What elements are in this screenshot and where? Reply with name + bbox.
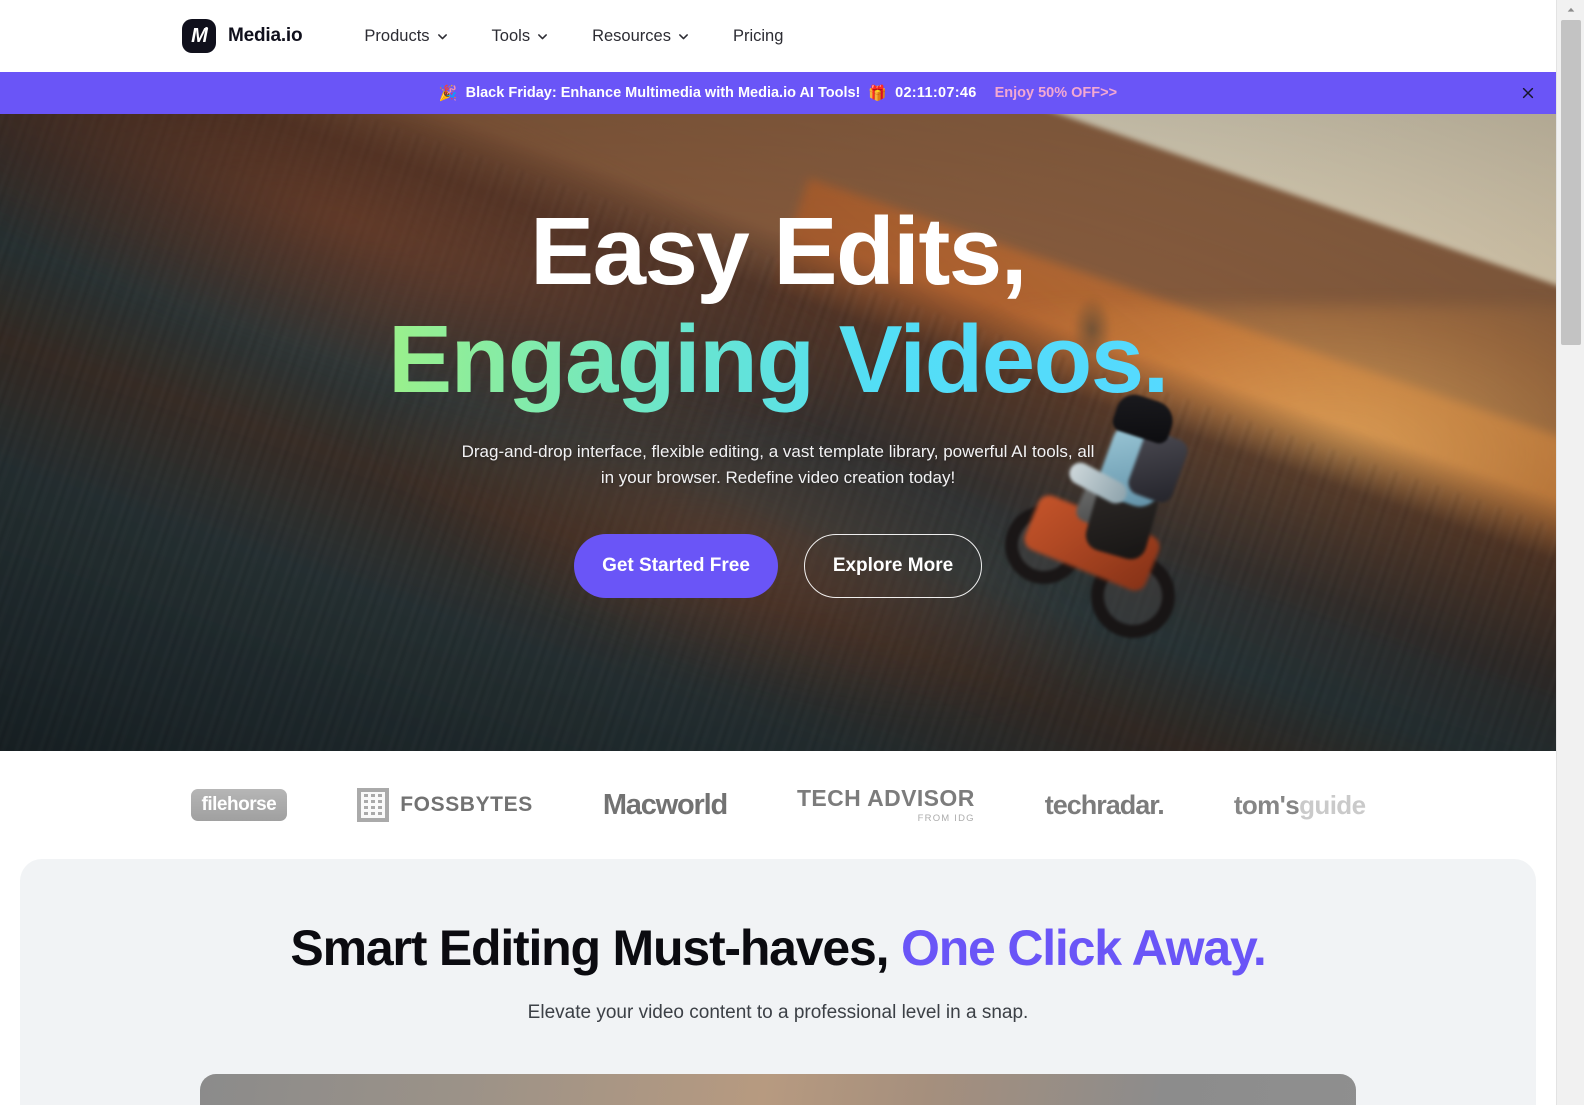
- features-section: Smart Editing Must-haves, One Click Away…: [20, 859, 1536, 1105]
- fossbytes-mark-icon: [357, 788, 390, 822]
- hero-content: Easy Edits, Engaging Videos. Drag-and-dr…: [0, 114, 1556, 599]
- promo-banner-content: 🎉 Black Friday: Enhance Multimedia with …: [439, 85, 1117, 101]
- nav-item-pricing[interactable]: Pricing: [711, 21, 805, 52]
- nav-item-products[interactable]: Products: [342, 21, 469, 52]
- press-logo-tech-advisor: TECH ADVISOR FROM IDG: [796, 784, 975, 824]
- scroll-up-arrow-icon[interactable]: [1557, 0, 1584, 20]
- press-logo-toms-guide: tom's guide: [1234, 790, 1366, 821]
- hero-headline-line-2: Engaging Videos.: [388, 305, 1169, 413]
- gift-icon: 🎁: [868, 84, 888, 102]
- brand-logo-link[interactable]: M Media.io: [182, 19, 303, 53]
- chevron-down-icon: [537, 31, 548, 42]
- toms-guide-logo-text-b: guide: [1299, 789, 1366, 820]
- press-logo-filehorse: filehorse: [190, 789, 288, 821]
- primary-nav: Products Tools Resources Pricing: [342, 21, 805, 52]
- logo-dot: [205, 27, 208, 30]
- page-scrollbar[interactable]: [1556, 0, 1584, 1105]
- scrollbar-thumb[interactable]: [1561, 20, 1581, 345]
- press-logo-strip: filehorse FOSSBYTES Macworld TECH ADVISO…: [0, 751, 1556, 859]
- chevron-down-icon: [437, 31, 448, 42]
- scrollbar-track[interactable]: [1557, 20, 1584, 1105]
- brand-name: Media.io: [228, 25, 303, 46]
- media-io-logo-icon: M: [182, 19, 216, 53]
- explore-more-button[interactable]: Explore More: [804, 534, 982, 599]
- promo-banner: 🎉 Black Friday: Enhance Multimedia with …: [0, 72, 1556, 114]
- hero-section: Easy Edits, Engaging Videos. Drag-and-dr…: [0, 114, 1556, 751]
- party-popper-icon: 🎉: [438, 84, 458, 102]
- features-heading-plain: Smart Editing Must-haves,: [290, 920, 901, 976]
- promo-countdown-timer: 02:11:07:46: [895, 85, 977, 101]
- features-heading: Smart Editing Must-haves, One Click Away…: [20, 921, 1536, 976]
- fossbytes-logo-text: FOSSBYTES: [400, 793, 533, 816]
- tech-advisor-logo-text: TECH ADVISOR: [796, 784, 975, 811]
- nav-item-label: Tools: [491, 26, 531, 45]
- features-preview-card: [200, 1074, 1356, 1105]
- press-logo-techradar: techradar.: [1044, 789, 1165, 821]
- tech-advisor-logo-subtext: FROM IDG: [917, 812, 975, 824]
- top-navigation-bar: M Media.io Products Tools Resources Pric…: [0, 0, 1556, 72]
- filehorse-logo-text: filehorse: [190, 789, 288, 821]
- nav-item-label: Products: [364, 26, 430, 45]
- nav-item-resources[interactable]: Resources: [570, 21, 711, 52]
- hero-headline-line-1: Easy Edits,: [530, 198, 1027, 305]
- features-heading-accent: One Click Away.: [901, 920, 1267, 976]
- nav-item-label: Resources: [592, 26, 671, 45]
- promo-message: Black Friday: Enhance Multimedia with Me…: [465, 85, 861, 101]
- techradar-logo-text: techradar.: [1044, 789, 1165, 820]
- nav-item-label: Pricing: [732, 26, 784, 45]
- hero-headline: Easy Edits, Engaging Videos.: [388, 198, 1169, 413]
- chevron-down-icon: [678, 31, 689, 42]
- hero-subtitle: Drag-and-drop interface, flexible editin…: [461, 442, 1095, 487]
- features-subheading: Elevate your video content to a professi…: [527, 1002, 1029, 1023]
- get-started-free-button[interactable]: Get Started Free: [574, 534, 778, 599]
- toms-guide-logo-text-a: tom's: [1233, 789, 1300, 820]
- nav-item-tools[interactable]: Tools: [470, 21, 571, 52]
- promo-cta-link[interactable]: Enjoy 50% OFF>>: [995, 85, 1118, 101]
- press-logo-fossbytes: FOSSBYTES: [357, 788, 533, 822]
- close-icon[interactable]: [1518, 83, 1538, 103]
- macworld-logo-text: Macworld: [602, 788, 728, 821]
- hero-cta-group: Get Started Free Explore More: [574, 534, 982, 599]
- press-logo-macworld: Macworld: [602, 788, 728, 822]
- page-viewport: M Media.io Products Tools Resources Pric…: [0, 0, 1556, 1105]
